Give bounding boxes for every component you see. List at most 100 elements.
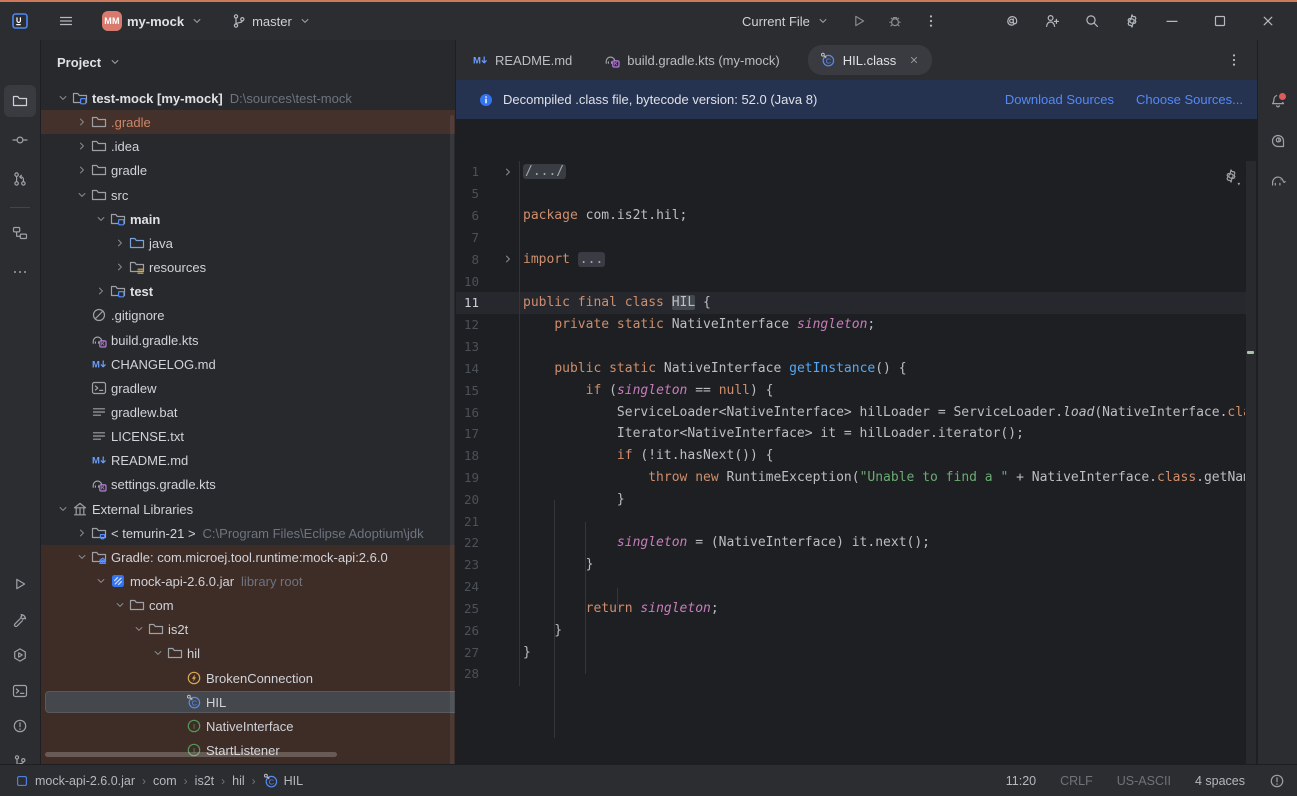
main-menu-icon[interactable] xyxy=(52,7,80,35)
settings-icon[interactable] xyxy=(1118,7,1146,35)
chevron-right-icon[interactable] xyxy=(73,525,90,541)
maximize-button[interactable] xyxy=(1206,7,1234,35)
services-tool-button[interactable] xyxy=(4,639,36,671)
run-tool-button[interactable] xyxy=(4,568,36,600)
tree-row-readme-md[interactable]: MREADME.md xyxy=(41,448,455,472)
project-tool-button[interactable] xyxy=(4,85,36,117)
chevron-down-icon[interactable] xyxy=(54,90,71,106)
pull-requests-tool-button[interactable] xyxy=(4,163,36,195)
tree-row-build-gradle-kts[interactable]: Kbuild.gradle.kts xyxy=(41,328,455,352)
line-ending-widget[interactable]: CRLF xyxy=(1060,774,1093,788)
minimize-button[interactable] xyxy=(1158,7,1186,35)
chevron-down-icon[interactable] xyxy=(73,549,90,565)
tree-row-gradle[interactable]: gradle xyxy=(41,158,455,182)
tree-row-test-mock-my-mock[interactable]: test-mock [my-mock]D:\sources\test-mock xyxy=(41,86,455,110)
more-tool-windows-tool-button[interactable] xyxy=(4,256,36,288)
tree-vertical-scrollbar[interactable] xyxy=(450,115,454,764)
tree-row-gradlew[interactable]: gradlew xyxy=(41,376,455,400)
breadcrumb-item-is2t[interactable]: is2t xyxy=(195,774,214,788)
tree-row-settings-gradle-kts[interactable]: Ksettings.gradle.kts xyxy=(41,472,455,496)
tree-row-src[interactable]: src xyxy=(41,183,455,207)
tree-row-is2t[interactable]: is2t xyxy=(41,617,455,641)
problems-tool-button[interactable] xyxy=(4,710,36,742)
chevron-down-icon[interactable] xyxy=(149,645,166,661)
chevron-down-icon[interactable] xyxy=(54,501,71,517)
tree-row-idea[interactable]: .idea xyxy=(41,134,455,158)
chevron-right-icon[interactable] xyxy=(73,114,90,130)
fold-marker-icon[interactable] xyxy=(500,164,516,180)
close-tab-icon[interactable] xyxy=(906,52,922,68)
editor-vertical-scrollbar[interactable] xyxy=(1246,161,1256,796)
choose-sources-link[interactable]: Choose Sources... xyxy=(1136,92,1243,107)
chevron-right-icon[interactable] xyxy=(111,259,128,275)
tree-row-test[interactable]: test xyxy=(41,279,455,303)
commit-tool-button[interactable] xyxy=(4,124,36,156)
tree-row-resources[interactable]: resources xyxy=(41,255,455,279)
breadcrumb-item-hil[interactable]: hil xyxy=(232,774,245,788)
fold-marker-icon[interactable] xyxy=(500,251,516,267)
chevron-right-icon[interactable] xyxy=(111,235,128,251)
breadcrumb-item-com[interactable]: com xyxy=(153,774,177,788)
tree-row-hil[interactable]: CHIL xyxy=(41,690,455,714)
folded-region[interactable]: /.../ xyxy=(523,164,566,179)
chevron-down-icon[interactable] xyxy=(92,211,109,227)
chevron-down-icon[interactable] xyxy=(73,187,90,203)
debug-button[interactable] xyxy=(881,7,909,35)
editor-tab-build-gradle-kts-my-mock[interactable]: Kbuild.gradle.kts (my-mock) xyxy=(588,40,795,80)
editor-tab-hil-class[interactable]: CHIL.class xyxy=(808,45,932,75)
tree-row-gitignore[interactable]: .gitignore xyxy=(41,303,455,327)
shell-file-icon xyxy=(90,380,107,396)
tree-row-mock-api-2-6-0-jar[interactable]: mock-api-2.6.0.jarlibrary root xyxy=(41,569,455,593)
tree-row-temurin-21[interactable]: < temurin-21 >C:\Program Files\Eclipse A… xyxy=(41,521,455,545)
gradle-tool-button[interactable] xyxy=(1262,165,1294,197)
terminal-tool-button[interactable] xyxy=(4,675,36,707)
tree-row-hil[interactable]: hil xyxy=(41,641,455,665)
chevron-right-icon[interactable] xyxy=(73,138,90,154)
tree-row-startlistener[interactable]: IStartListener xyxy=(41,738,455,762)
tree-row-changelog-md[interactable]: MCHANGELOG.md xyxy=(41,352,455,376)
ai-assistant-tool-button[interactable] xyxy=(1262,125,1294,157)
editor-tab-readme-md[interactable]: MREADME.md xyxy=(456,40,588,80)
folded-region[interactable]: ... xyxy=(578,252,605,267)
vcs-widget[interactable]: master xyxy=(231,13,313,29)
svg-text:M: M xyxy=(92,455,100,466)
tree-row-com[interactable]: com xyxy=(41,593,455,617)
tree-row-license-txt[interactable]: LICENSE.txt xyxy=(41,424,455,448)
chevron-down-icon[interactable] xyxy=(92,573,109,589)
run-configuration-selector[interactable]: Current File xyxy=(742,13,831,29)
project-widget[interactable]: MM my-mock xyxy=(102,11,205,31)
tree-row-nativeinterface[interactable]: INativeInterface xyxy=(41,714,455,738)
encoding-widget[interactable]: US-ASCII xyxy=(1117,774,1171,788)
tree-horizontal-scrollbar[interactable] xyxy=(45,752,337,757)
chevron-down-icon[interactable] xyxy=(111,597,128,613)
chevron-right-icon[interactable] xyxy=(73,162,90,178)
caret-position-widget[interactable]: 11:20 xyxy=(1006,774,1036,788)
tree-row-gradlew-bat[interactable]: gradlew.bat xyxy=(41,400,455,424)
tree-row-gradle-com-microej-tool-runtime-mock-api-2-6-0[interactable]: Gradle: com.microej.tool.runtime:mock-ap… xyxy=(41,545,455,569)
tree-row-brokenconnection[interactable]: BrokenConnection xyxy=(41,666,455,690)
project-panel-header[interactable]: Project xyxy=(57,50,123,74)
build-tool-button[interactable] xyxy=(4,604,36,636)
ai-assistant-icon[interactable] xyxy=(998,7,1026,35)
structure-tool-button[interactable] xyxy=(4,217,36,249)
close-button[interactable] xyxy=(1254,7,1282,35)
tree-row-java[interactable]: java xyxy=(41,231,455,255)
more-actions-icon[interactable] xyxy=(917,7,945,35)
tree-row-external-libraries[interactable]: External Libraries xyxy=(41,497,455,521)
breadcrumb-item-mock-api-2-6-0-jar[interactable]: mock-api-2.6.0.jar xyxy=(14,773,135,789)
code-with-me-icon[interactable] xyxy=(1038,7,1066,35)
chevron-down-icon[interactable] xyxy=(130,621,147,637)
tab-options-icon[interactable] xyxy=(1221,47,1247,73)
run-button[interactable] xyxy=(845,7,873,35)
editor-settings-gear-icon[interactable]: ▾ xyxy=(1223,168,1241,184)
indent-widget[interactable]: 4 spaces xyxy=(1195,774,1245,788)
tree-row-main[interactable]: main xyxy=(41,207,455,231)
search-everywhere-icon[interactable] xyxy=(1078,7,1106,35)
notifications-tool-button[interactable] xyxy=(1262,85,1294,117)
breadcrumb-item-hil[interactable]: CHIL xyxy=(263,773,303,789)
code-editor[interactable]: 1567810111213141516171819202122232425262… xyxy=(456,119,1257,764)
chevron-right-icon[interactable] xyxy=(92,283,109,299)
inspections-widget-icon[interactable] xyxy=(1269,773,1285,789)
tree-row-gradle[interactable]: .gradle xyxy=(41,110,455,134)
download-sources-link[interactable]: Download Sources xyxy=(1005,92,1114,107)
